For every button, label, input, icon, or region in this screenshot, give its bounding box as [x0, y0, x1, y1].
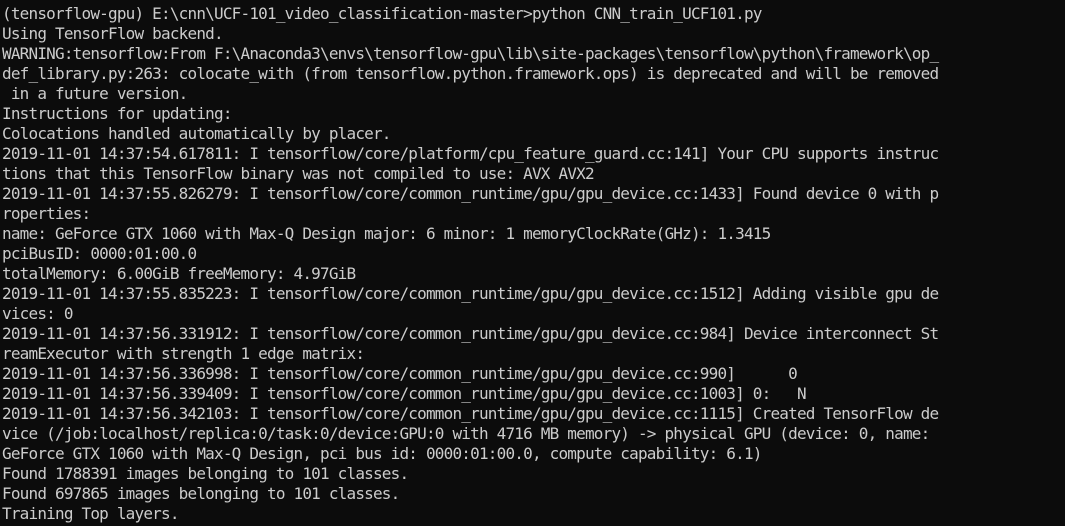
output-line: in a future version.	[2, 84, 188, 103]
output-line: 2019-11-01 14:37:54.617811: I tensorflow…	[2, 144, 939, 163]
output-line: 2019-11-01 14:37:56.331912: I tensorflow…	[2, 324, 939, 343]
output-line: Found 697865 images belonging to 101 cla…	[2, 484, 400, 503]
output-line: 2019-11-01 14:37:56.336998: I tensorflow…	[2, 364, 798, 383]
output-line: 2019-11-01 14:37:56.342103: I tensorflow…	[2, 404, 939, 423]
output-line: 2019-11-01 14:37:55.826279: I tensorflow…	[2, 184, 939, 203]
output-line: vice (/job:localhost/replica:0/task:0/de…	[2, 424, 930, 443]
terminal-window[interactable]: (tensorflow-gpu) E:\cnn\UCF-101_video_cl…	[0, 0, 1065, 526]
output-line: roperties:	[2, 204, 91, 223]
output-line: Colocations handled automatically by pla…	[2, 124, 391, 143]
output-line: 2019-11-01 14:37:55.835223: I tensorflow…	[2, 284, 939, 303]
output-line: Found 1788391 images belonging to 101 cl…	[2, 464, 409, 483]
output-line: 2019-11-01 14:37:56.339409: I tensorflow…	[2, 384, 807, 403]
output-line: tions that this TensorFlow binary was no…	[2, 164, 595, 183]
output-line: vices: 0	[2, 304, 73, 323]
output-line: GeForce GTX 1060 with Max-Q Design, pci …	[2, 444, 762, 463]
output-line: reamExecutor with strength 1 edge matrix…	[2, 344, 365, 363]
output-line: Using TensorFlow backend.	[2, 24, 224, 43]
output-line: pciBusID: 0000:01:00.0	[2, 244, 197, 263]
output-line: name: GeForce GTX 1060 with Max-Q Design…	[2, 224, 771, 243]
output-line: Instructions for updating:	[2, 104, 232, 123]
output-line: def_library.py:263: colocate_with (from …	[2, 64, 939, 83]
output-line: totalMemory: 6.00GiB freeMemory: 4.97GiB	[2, 264, 356, 283]
command-prompt-line: (tensorflow-gpu) E:\cnn\UCF-101_video_cl…	[2, 4, 762, 23]
output-line: WARNING:tensorflow:From F:\Anaconda3\env…	[2, 44, 939, 63]
output-line: Training Top layers.	[2, 504, 179, 523]
